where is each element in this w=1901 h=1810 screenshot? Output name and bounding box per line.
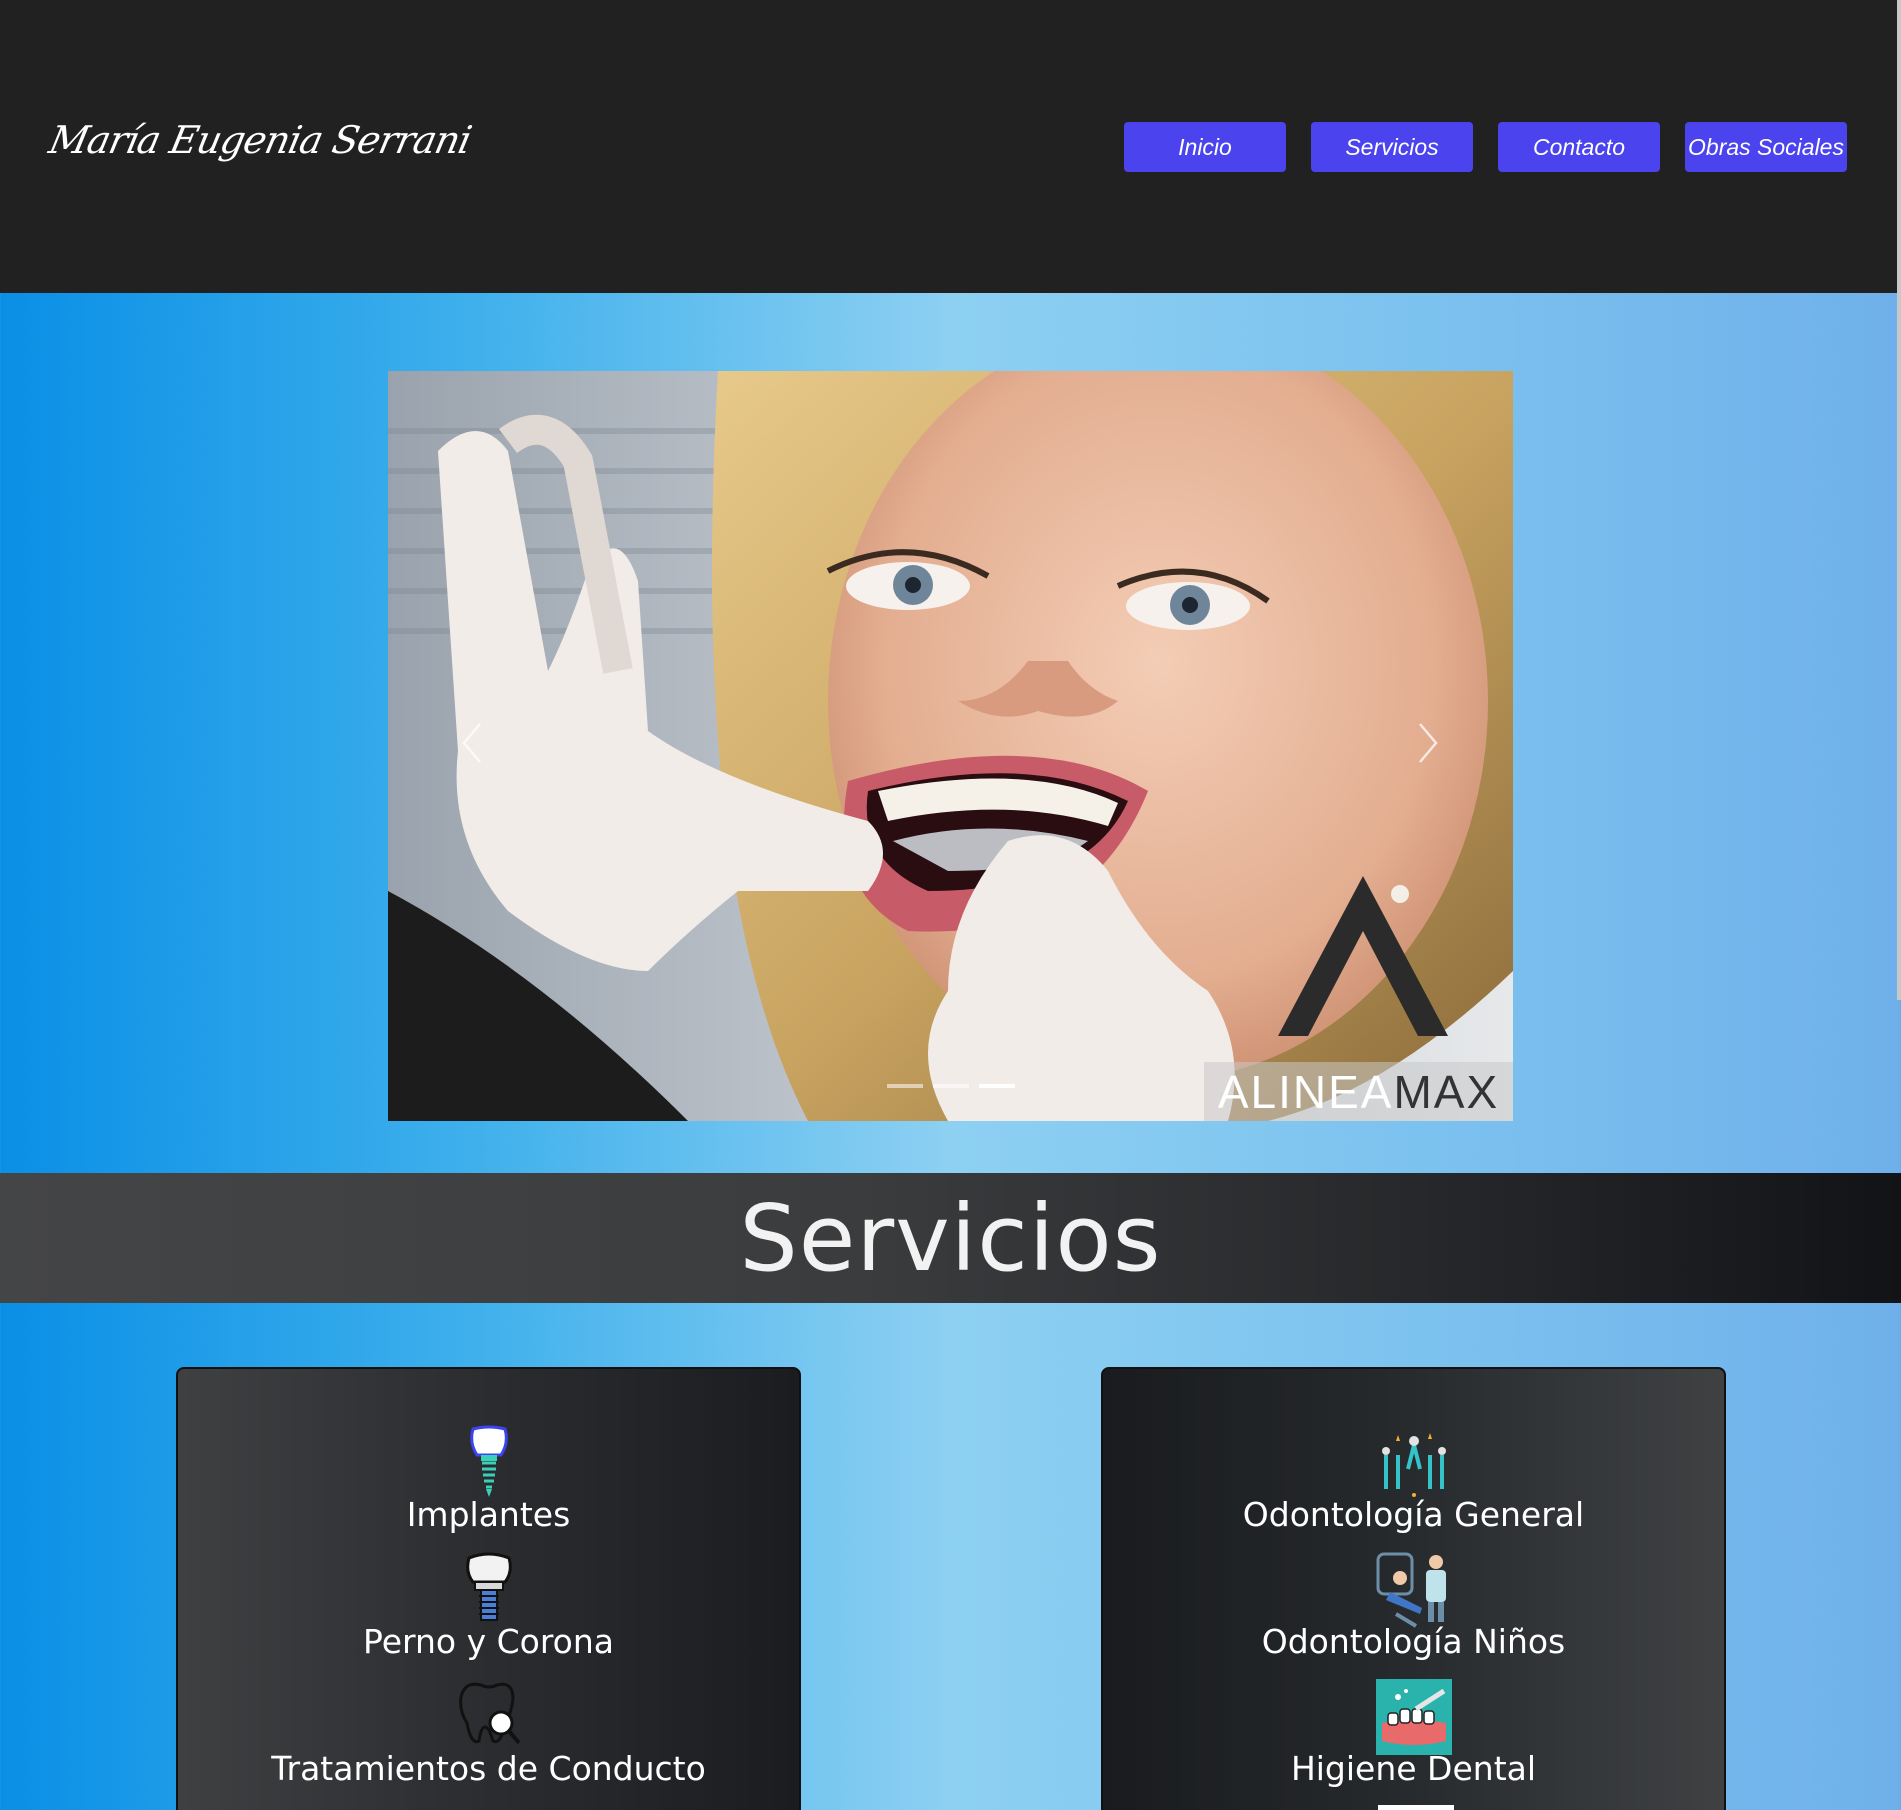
logo[interactable]: María Eugenia Serrani [45,118,474,162]
hero-slide-image [388,371,1513,1121]
service-label: Perno y Corona [362,1622,615,1661]
carousel-indicator-2[interactable] [933,1084,969,1088]
nav-servicios-button[interactable]: Servicios [1311,122,1473,172]
alineamax-brand: ALINEA MAX [1204,1062,1513,1121]
crown-implant-icon [465,1552,512,1621]
page-scrollbar[interactable] [1897,0,1901,1000]
site-header: María Eugenia Serrani Inicio Servicios C… [0,0,1901,293]
services-title: Servicios [739,1184,1162,1292]
dental-tools-icon [1381,1433,1446,1497]
service-label: Implantes [406,1495,571,1534]
service-label: Odontología Niños [1261,1622,1566,1661]
dentist-chair-icon [1376,1552,1446,1628]
tooth-magnifier-icon [458,1682,521,1745]
services-heading-band: Servicios [0,1173,1901,1303]
nav-inicio-button[interactable]: Inicio [1124,122,1286,172]
carousel-indicators [887,1084,1015,1088]
service-label: Higiene Dental [1290,1749,1537,1788]
hero-carousel: ALINEA MAX [388,371,1513,1121]
services-card-left: Implantes Perno y Corona Tratamientos de… [176,1367,801,1810]
nav-obras-sociales-button[interactable]: Obras Sociales [1685,122,1847,172]
main-nav: Inicio Servicios Contacto Obras Sociales [1124,122,1847,172]
service-icon-partial [1378,1805,1454,1810]
teeth-brushing-icon [1375,1679,1452,1755]
carousel-prev-icon[interactable] [458,718,488,768]
service-label: Tratamientos de Conducto [271,1749,706,1788]
carousel-indicator-1[interactable] [887,1084,923,1088]
nav-contacto-button[interactable]: Contacto [1498,122,1660,172]
dental-implant-icon [469,1425,508,1497]
carousel-indicator-3[interactable] [979,1084,1015,1088]
service-label: Odontología General [1242,1495,1585,1534]
carousel-next-icon[interactable] [1412,718,1442,768]
services-card-right: Odontología General Odontología Niños Hi… [1101,1367,1726,1810]
